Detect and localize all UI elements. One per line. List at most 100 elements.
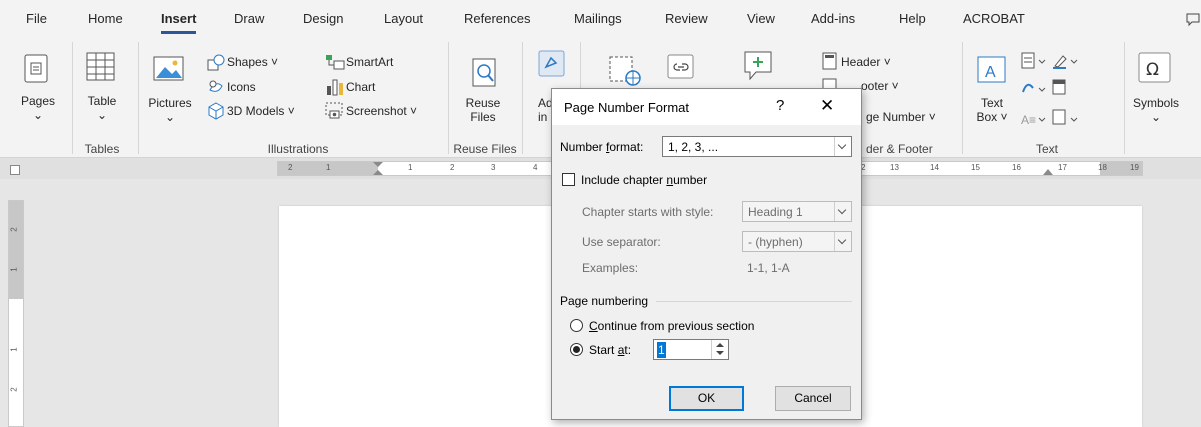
close-icon[interactable]: ✕ — [820, 96, 834, 116]
chevron-down-icon — [834, 137, 851, 156]
pages-arrow: ⌄ — [32, 108, 44, 122]
ruler-number: 18 — [1098, 163, 1107, 172]
svg-text:Ω: Ω — [1146, 60, 1159, 80]
continue-post: ontinue from previous section — [597, 319, 755, 333]
pages-button[interactable]: Pages ⌄ — [14, 94, 62, 122]
tab-references[interactable]: References — [464, 11, 530, 26]
comment-icon[interactable] — [743, 50, 773, 82]
header-icon — [822, 52, 837, 70]
reuse-files-label: Reuse — [465, 96, 501, 110]
pictures-icon — [153, 56, 184, 81]
text-tools-icons[interactable]: A≡ — [1021, 52, 1101, 128]
link-icon[interactable] — [667, 54, 695, 80]
spin-up-icon[interactable] — [716, 343, 724, 347]
start-at-label[interactable]: Start at: — [589, 343, 631, 357]
continue-from-previous-radio[interactable] — [570, 319, 583, 332]
chevron-down-icon — [834, 202, 851, 221]
reuse-files-icon — [472, 58, 496, 87]
tab-selector[interactable] — [10, 165, 20, 175]
vertical-ruler[interactable]: 2 1 1 2 — [8, 200, 24, 427]
3d-models-icon — [208, 102, 224, 120]
page-number-format-dialog: Page Number Format ? ✕ Number format: 1,… — [551, 88, 862, 420]
group-label-illustrations: Illustrations — [267, 142, 329, 156]
group-label-tables: Tables — [84, 142, 120, 156]
chapter-style-dropdown[interactable]: Heading 1 — [742, 201, 852, 222]
include-chapter-post: umber — [673, 173, 708, 187]
ok-button[interactable]: OK — [669, 386, 744, 411]
shapes-icon — [207, 54, 225, 71]
ruler-number: 1 — [408, 163, 413, 172]
cancel-button[interactable]: Cancel — [775, 386, 851, 411]
tab-help[interactable]: Help — [899, 11, 926, 26]
separator-dropdown[interactable]: - (hyphen) — [742, 231, 852, 252]
header-button[interactable]: Header ˅ — [841, 55, 891, 69]
shapes-button[interactable]: Shapes ˅ — [227, 55, 278, 69]
chapter-style-value: Heading 1 — [748, 205, 803, 219]
include-chapter-number-checkbox[interactable] — [562, 173, 575, 186]
group-separator — [138, 42, 139, 154]
tab-acrobat[interactable]: ACROBAT — [963, 11, 1025, 26]
right-indent-marker-icon[interactable] — [1043, 166, 1053, 175]
tab-view[interactable]: View — [747, 11, 775, 26]
screenshot-button[interactable]: Screenshot ˅ — [346, 104, 417, 118]
ruler-number: 13 — [890, 163, 899, 172]
ruler-number: 19 — [1130, 163, 1139, 172]
smartart-button[interactable]: SmartArt — [346, 55, 393, 69]
continue-from-previous-label[interactable]: Continue from previous section — [589, 319, 754, 333]
comments-icon[interactable] — [1186, 13, 1200, 27]
number-format-dropdown[interactable]: 1, 2, 3, ... — [662, 136, 852, 157]
group-separator — [72, 42, 73, 154]
tab-design[interactable]: Design — [303, 11, 343, 26]
start-at-radio[interactable] — [570, 343, 583, 356]
page-number-button[interactable]: ge Number ˅ — [866, 110, 936, 124]
chart-button[interactable]: Chart — [346, 80, 375, 94]
tab-home[interactable]: Home — [88, 11, 123, 26]
add-ins-icon — [538, 50, 565, 77]
ruler-number: 2 — [9, 227, 19, 232]
start-at-pre: Start — [589, 343, 618, 357]
vruler-margin-top — [9, 201, 23, 299]
pictures-button[interactable]: Pictures ⌄ — [146, 96, 194, 124]
tab-draw[interactable]: Draw — [234, 11, 264, 26]
tab-review[interactable]: Review — [665, 11, 708, 26]
help-button[interactable]: ? — [776, 97, 784, 114]
examples-value: 1-1, 1-A — [747, 261, 790, 275]
chart-icon — [327, 79, 343, 96]
table-arrow: ⌄ — [96, 108, 108, 122]
number-format-label-post: ormat: — [609, 140, 644, 154]
icons-button[interactable]: Icons — [227, 80, 256, 94]
chapter-style-label: Chapter starts with style: — [582, 205, 714, 219]
dialog-title-bar: Page Number Format ? ✕ — [552, 89, 861, 125]
text-box-label: Text — [980, 96, 1003, 110]
tab-mailings[interactable]: Mailings — [574, 11, 622, 26]
tab-add-ins[interactable]: Add-ins — [811, 11, 855, 26]
number-format-label-pre: Number — [560, 140, 607, 154]
pictures-label: Pictures — [148, 96, 192, 110]
spin-down-icon[interactable] — [716, 351, 724, 355]
start-at-spinner[interactable]: 1 — [653, 339, 729, 360]
text-box-button[interactable]: Text Box ˅ — [972, 96, 1012, 124]
symbols-button[interactable]: Symbols ⌄ — [1128, 96, 1184, 124]
tab-insert[interactable]: Insert — [161, 11, 197, 34]
examples-label: Examples: — [582, 261, 639, 275]
spinner-buttons[interactable] — [711, 340, 728, 359]
group-separator — [962, 42, 963, 154]
group-separator — [448, 42, 449, 154]
ruler-number: 1 — [326, 163, 331, 172]
pictures-arrow: ⌄ — [164, 110, 176, 124]
start-at-value[interactable]: 1 — [657, 342, 666, 358]
include-chapter-number-label[interactable]: Include chapter number — [581, 173, 707, 187]
tab-file[interactable]: File — [26, 11, 47, 26]
reuse-files-button[interactable]: Reuse Files — [458, 96, 508, 124]
pages-label: Pages — [20, 94, 56, 108]
ruler-number: 4 — [533, 163, 538, 172]
svg-text:A: A — [985, 64, 996, 81]
tab-layout[interactable]: Layout — [384, 11, 423, 26]
footer-button[interactable]: ooter ˅ — [861, 79, 899, 93]
3d-models-button[interactable]: 3D Models ˅ — [227, 104, 295, 118]
reuse-files-label-2: Files — [470, 110, 496, 124]
table-button[interactable]: Table ⌄ — [80, 94, 124, 122]
text-box-label-2: Box ˅ — [976, 110, 1008, 124]
section-divider — [656, 301, 852, 302]
indent-marker-icon[interactable] — [373, 162, 383, 175]
